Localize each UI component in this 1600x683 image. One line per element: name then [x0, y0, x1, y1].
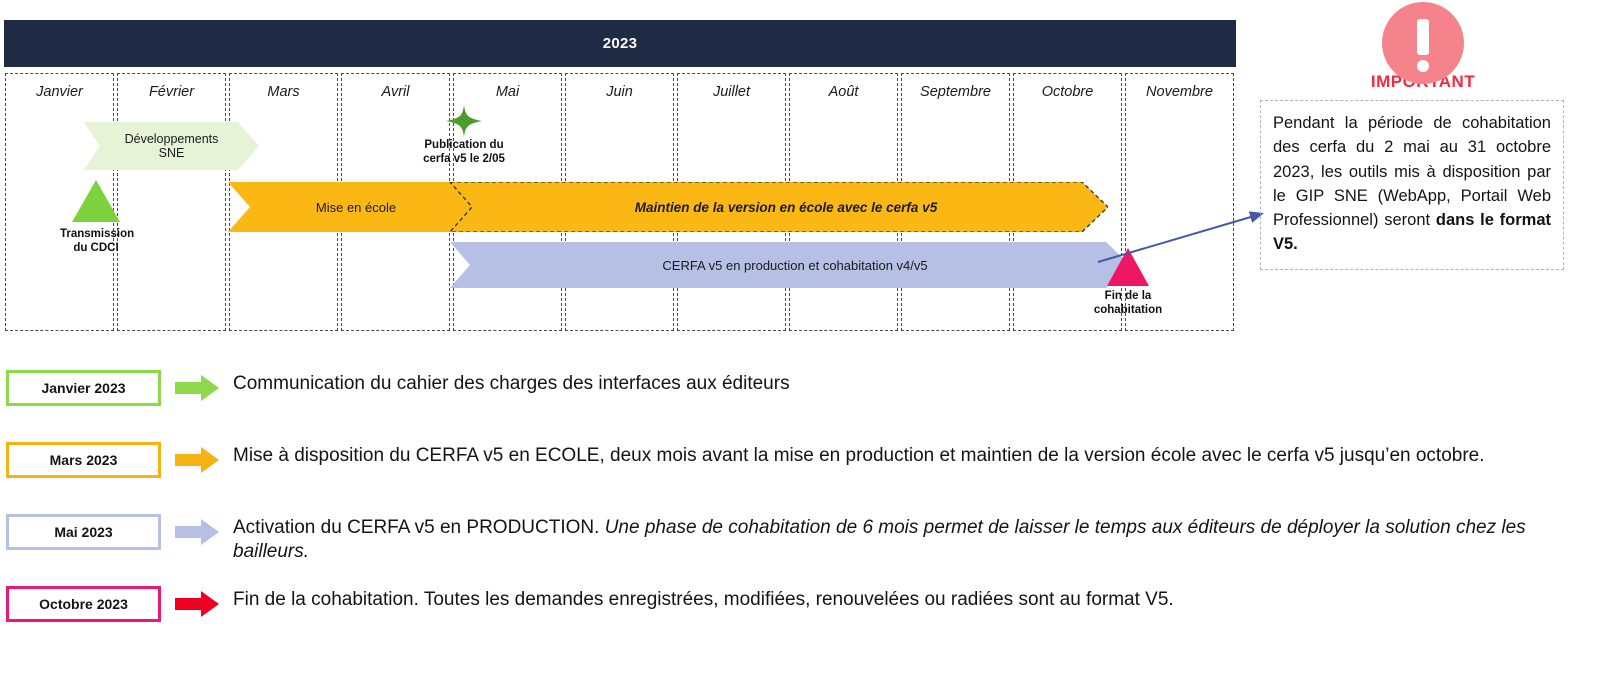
yellow-bar-label-right: Maintien de la version en école avec le …	[634, 199, 938, 215]
month-label: Octobre	[1041, 84, 1094, 100]
important-textbox: Pendant la période de cohabitation des c…	[1260, 100, 1564, 270]
dev-sne-label-line2: SNE	[158, 146, 185, 160]
yellow-bar-label-left: Mise en école	[315, 199, 397, 215]
legend-chip-janvier: Janvier 2023	[6, 370, 161, 406]
legend-text-plain: Mise à disposition du CERFA v5 en ECOLE,…	[233, 445, 1485, 466]
blue-bar-label: CERFA v5 en production et cohabitation v…	[662, 257, 928, 273]
blue-timeline-bar: CERFA v5 en production et cohabitation v…	[450, 242, 1130, 288]
transmission-line2: du CDCI	[73, 241, 119, 254]
legend-text-mai: Activation du CERFA v5 en PRODUCTION. Un…	[233, 514, 1600, 565]
legend-section: Janvier 2023 Communication du cahier des…	[0, 370, 1600, 654]
legend-text-plain: Activation du CERFA v5 en PRODUCTION.	[233, 517, 605, 538]
transmission-marker: Transmission du CDCI	[60, 180, 135, 256]
month-label: Mai	[495, 84, 520, 100]
month-label: Juillet	[712, 84, 751, 100]
month-label: Mars	[267, 84, 300, 100]
month-label: Août	[828, 84, 859, 100]
yellow-arrow-icon	[175, 447, 219, 473]
fin-cohabitation-label: Fin de la cohabitation	[1090, 290, 1166, 318]
month-label: Juin	[606, 84, 633, 100]
legend-text-mars: Mise à disposition du CERFA v5 en ECOLE,…	[233, 442, 1600, 468]
legend-row: Octobre 2023 Fin de la cohabitation. Tou…	[0, 586, 1600, 646]
important-badge: IMPORTANT	[1258, 2, 1588, 92]
important-text: Pendant la période de cohabitation des c…	[1273, 111, 1551, 257]
red-arrow-icon	[175, 591, 219, 617]
month-column-fevrier: Février	[117, 73, 226, 331]
callout-connector-arrow-icon	[1097, 211, 1264, 263]
month-label: Septembre	[920, 84, 991, 100]
green-arrow-icon	[175, 375, 219, 401]
legend-text-plain: Communication du cahier des charges des …	[233, 373, 790, 394]
green-sparkle-icon	[398, 104, 530, 138]
legend-arrow-cell	[161, 442, 233, 478]
legend-text-plain: Fin de la cohabitation. Toutes les deman…	[233, 589, 1174, 610]
legend-chip-octobre: Octobre 2023	[6, 586, 161, 622]
legend-text-octobre: Fin de la cohabitation. Toutes les deman…	[233, 586, 1600, 612]
legend-arrow-cell	[161, 370, 233, 406]
exclamation-dot	[1417, 60, 1429, 72]
publication-marker-label: Publication du cerfa v5 le 2/05	[398, 138, 530, 166]
month-label: Novembre	[1146, 84, 1213, 100]
legend-arrow-cell	[161, 586, 233, 622]
yellow-timeline-bar: Mise en école Maintien de la version en …	[228, 182, 1108, 232]
legend-row: Janvier 2023 Communication du cahier des…	[0, 370, 1600, 430]
legend-row: Mars 2023 Mise à disposition du CERFA v5…	[0, 442, 1600, 502]
timeline-year-header: 2023	[4, 20, 1236, 67]
fin-line1: Fin de la	[1104, 290, 1152, 302]
publication-line2: cerfa v5 le 2/05	[423, 153, 505, 166]
month-label: Février	[148, 84, 195, 100]
blue-arrow-icon	[175, 519, 219, 545]
legend-row: Mai 2023 Activation du CERFA v5 en PRODU…	[0, 514, 1600, 574]
legend-chip-mai: Mai 2023	[6, 514, 161, 550]
exclamation-bar	[1417, 19, 1429, 55]
important-callout: IMPORTANT Pendant la période de cohabita…	[1258, 2, 1588, 270]
legend-text-janvier: Communication du cahier des charges des …	[233, 370, 1600, 396]
publication-line1: Publication du	[424, 139, 504, 151]
dev-sne-chevron: Développements SNE	[84, 122, 259, 170]
exclamation-icon	[1382, 2, 1464, 84]
transmission-marker-label: Transmission du CDCI	[60, 228, 135, 256]
month-label: Janvier	[36, 84, 83, 100]
legend-chip-mars: Mars 2023	[6, 442, 161, 478]
publication-marker: Publication du cerfa v5 le 2/05	[398, 104, 530, 166]
green-triangle-icon	[72, 180, 120, 222]
timeline-section: 2023 Janvier Février Mars Avril Mai Juin…	[0, 0, 1264, 340]
legend-arrow-cell	[161, 514, 233, 550]
fin-line2: cohabitation	[1093, 303, 1163, 316]
transmission-line1: Transmission	[60, 228, 135, 240]
month-label: Avril	[381, 84, 410, 100]
dev-sne-label-line1: Développements	[124, 131, 219, 146]
